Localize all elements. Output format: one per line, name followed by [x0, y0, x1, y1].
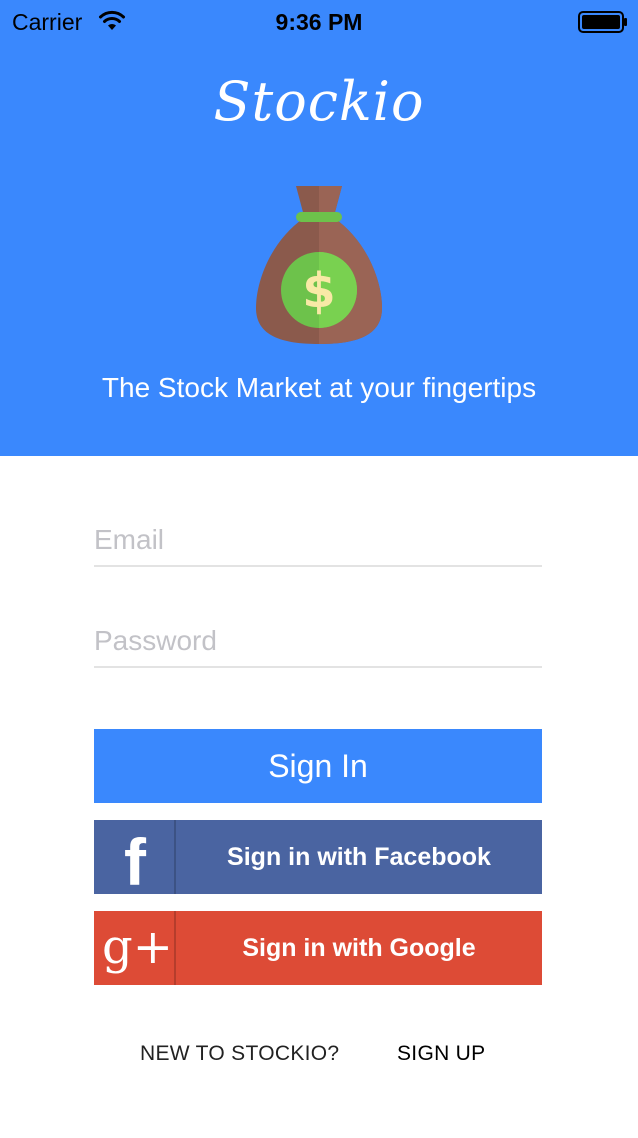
- email-field[interactable]: [94, 515, 542, 567]
- facebook-button-label: Sign in with Facebook: [227, 843, 491, 871]
- app-logo: Stockio: [213, 70, 425, 133]
- tagline: The Stock Market at your fingertips: [101, 372, 537, 403]
- sign-in-button[interactable]: Sign In: [94, 729, 542, 803]
- money-bag-icon: $: [256, 186, 382, 344]
- new-user-prompt: NEW TO STOCKIO?: [140, 1042, 340, 1065]
- sign-up-link[interactable]: SIGN UP: [397, 1042, 485, 1066]
- status-bar: Carrier 9:36 PM: [0, 0, 638, 44]
- password-field[interactable]: [94, 616, 542, 668]
- status-time: 9:36 PM: [275, 9, 363, 35]
- battery-icon: [578, 11, 627, 33]
- google-sign-in-button[interactable]: g+ Sign in with Google: [94, 911, 542, 985]
- svg-text:$: $: [302, 263, 335, 319]
- google-plus-icon: g+: [102, 919, 173, 975]
- facebook-icon: f: [124, 825, 146, 899]
- facebook-sign-in-button[interactable]: f Sign in with Facebook: [94, 820, 542, 899]
- google-button-label: Sign in with Google: [242, 934, 476, 962]
- login-header: Carrier 9:36 PM Stockio $ The Stock Mark…: [0, 0, 638, 456]
- google-icon-box: g+: [94, 911, 176, 985]
- facebook-icon-box: f: [94, 820, 176, 899]
